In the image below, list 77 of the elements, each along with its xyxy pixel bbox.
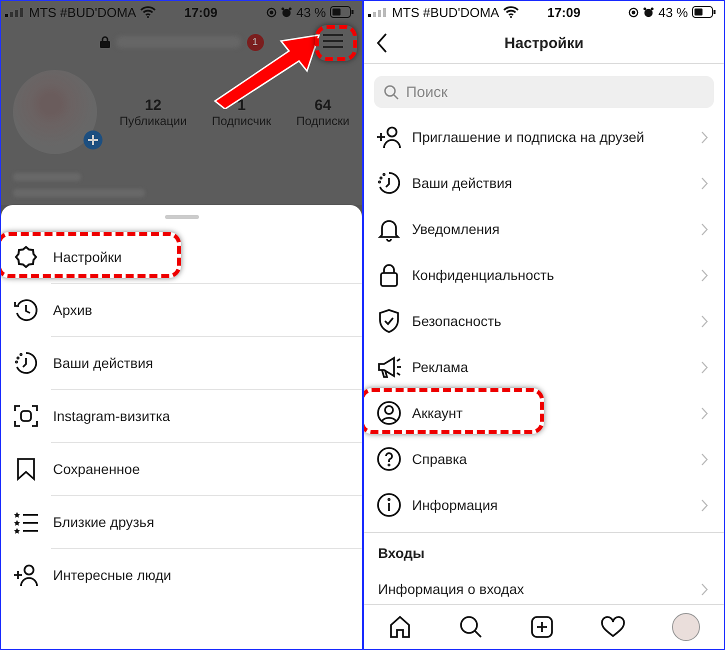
back-icon[interactable]	[376, 33, 388, 53]
stat-label: Подписчик	[212, 114, 272, 128]
settings-item-label[interactable]: Аккаунт	[412, 405, 691, 421]
activity-clock-icon	[13, 350, 39, 376]
section-title: Входы	[378, 545, 426, 561]
search-icon	[384, 85, 399, 100]
page-title: Настройки	[504, 34, 584, 52]
rotation-lock-icon	[266, 6, 278, 18]
alarm-icon	[643, 6, 654, 18]
info-circle-icon	[376, 492, 402, 518]
signal-icon	[368, 7, 386, 17]
stat-label: Подписки	[296, 114, 350, 128]
lock-icon	[100, 36, 110, 48]
add-person-icon	[376, 124, 402, 150]
alarm-icon	[281, 6, 292, 18]
scan-frame-icon	[13, 402, 39, 428]
notification-badge: 1	[246, 34, 264, 50]
add-person-icon	[13, 562, 39, 588]
chevron-icon	[701, 130, 708, 144]
chevron-icon	[701, 452, 708, 466]
chevron-icon	[701, 498, 708, 512]
settings-item-label[interactable]: Информация о входах	[378, 581, 524, 597]
chevron-icon	[701, 582, 708, 596]
activity-clock-icon	[376, 170, 402, 196]
menu-item-label[interactable]: Интересные люди	[53, 566, 172, 582]
chevron-icon	[701, 176, 708, 190]
wifi-icon	[140, 6, 156, 18]
chevron-icon	[701, 268, 708, 282]
menu-item-label[interactable]: Близкие друзья	[53, 514, 154, 530]
drag-handle[interactable]	[164, 215, 198, 219]
home-icon[interactable]	[388, 615, 412, 639]
stat-count: 1	[237, 96, 246, 114]
question-circle-icon	[376, 446, 402, 472]
menu-item-label[interactable]: Архив	[53, 302, 92, 318]
wifi-icon	[503, 6, 520, 18]
shield-check-icon	[376, 308, 402, 334]
menu-icon[interactable]	[322, 33, 344, 49]
menu-item-label[interactable]: Ваши действия	[53, 354, 154, 370]
battery-icon	[692, 6, 716, 18]
chevron-icon	[701, 222, 708, 236]
settings-item-label[interactable]: Уведомления	[412, 221, 691, 237]
search-icon[interactable]	[458, 615, 483, 639]
menu-item-label[interactable]: Instagram-визитка	[53, 408, 170, 424]
clock-time: 17:09	[184, 4, 218, 20]
battery-percent: 43 %	[658, 4, 688, 20]
gear-icon	[13, 244, 39, 270]
add-story-icon[interactable]	[83, 130, 103, 150]
battery-icon	[330, 6, 354, 18]
settings-item-label[interactable]: Безопасность	[412, 313, 691, 329]
settings-item-label[interactable]: Приглашение и подписка на друзей	[412, 129, 691, 145]
history-icon	[13, 296, 39, 322]
profile-avatar[interactable]	[672, 613, 700, 641]
settings-item-label[interactable]: Конфиденциальность	[412, 267, 691, 283]
settings-item-label[interactable]: Реклама	[412, 359, 691, 375]
megaphone-icon	[376, 354, 402, 380]
heart-icon[interactable]	[601, 616, 626, 638]
signal-icon	[5, 7, 23, 17]
settings-item-label[interactable]: Информация	[412, 497, 691, 513]
chevron-icon	[701, 360, 708, 374]
search-field[interactable]: Поиск	[374, 76, 714, 108]
chevron-icon	[701, 314, 708, 328]
settings-item-label[interactable]: Справка	[412, 451, 691, 467]
person-circle-icon	[376, 400, 402, 426]
rotation-lock-icon	[628, 6, 640, 18]
menu-item-label[interactable]: Настройки	[53, 248, 122, 264]
highlight-frame	[315, 25, 357, 61]
add-post-icon[interactable]	[530, 615, 554, 639]
stat-count: 64	[314, 96, 332, 114]
chevron-icon	[701, 406, 708, 420]
carrier-name: MTS #BUD'DOMA	[392, 4, 500, 20]
battery-percent: 43 %	[296, 4, 326, 20]
clock-time: 17:09	[547, 4, 580, 20]
stat-count: 12	[144, 96, 162, 114]
carrier-name: MTS #BUD'DOMA	[29, 4, 136, 20]
stat-label: Публикации	[120, 114, 187, 128]
settings-item-label[interactable]: Ваши действия	[412, 175, 691, 191]
menu-item-label[interactable]: Сохраненное	[53, 460, 140, 476]
